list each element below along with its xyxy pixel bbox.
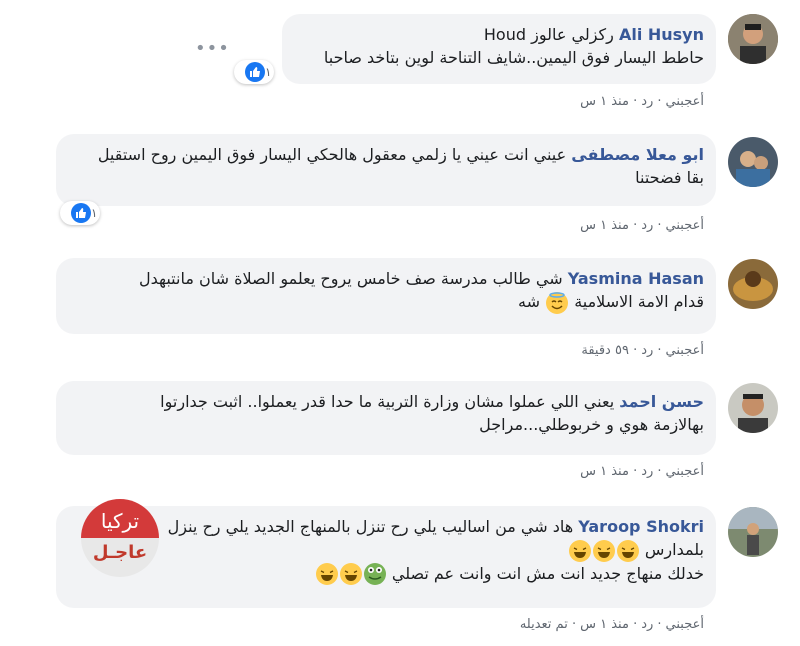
reaction-count[interactable]: ١ bbox=[234, 60, 275, 84]
reaction-number: ١ bbox=[265, 65, 272, 79]
timestamp[interactable]: ٥٩ دقيقة bbox=[581, 343, 629, 358]
smiling-halo-emoji-icon bbox=[546, 291, 569, 314]
like-link[interactable]: أعجبني bbox=[666, 343, 704, 358]
comment-author[interactable]: Yasmina Hasan bbox=[568, 269, 704, 288]
reply-link[interactable]: رد bbox=[641, 464, 653, 479]
timestamp[interactable]: منذ ١ س bbox=[580, 617, 629, 632]
timestamp[interactable]: منذ ١ س bbox=[580, 464, 629, 479]
reply-link[interactable]: رد bbox=[641, 343, 653, 358]
avatar[interactable] bbox=[728, 383, 778, 433]
comment-text: شي طالب مدرسة صف خامس يروح يعلمو الصلاة … bbox=[138, 269, 563, 288]
comment-bubble: Yasmina Hasan شي طالب مدرسة صف خامس يروح… bbox=[56, 258, 716, 334]
avatar[interactable] bbox=[728, 259, 778, 309]
reaction-number: ١ bbox=[91, 206, 98, 220]
timestamp[interactable]: منذ ١ س bbox=[580, 218, 629, 233]
comment-text: بقا فضحتنا bbox=[635, 168, 704, 187]
like-link[interactable]: أعجبني bbox=[666, 94, 704, 109]
avatar[interactable] bbox=[728, 14, 778, 64]
comment-text: هاد شي من اساليب يلي رح تنزل بالمنهاج ال… bbox=[167, 517, 574, 536]
more-options-icon[interactable]: ••• bbox=[195, 38, 230, 59]
like-link[interactable]: أعجبني bbox=[666, 464, 704, 479]
comment-author[interactable]: حسن احمد bbox=[619, 392, 704, 411]
laughing-emoji-icon bbox=[568, 539, 591, 562]
edited-label[interactable]: تم تعديله bbox=[520, 617, 568, 632]
watermark-top-text: تركيا bbox=[81, 499, 159, 538]
avatar[interactable] bbox=[728, 137, 778, 187]
comment-text: قدام الامة الاسلامية bbox=[574, 292, 704, 311]
comment-actions: أعجبني· رد· منذ ١ س bbox=[580, 218, 704, 233]
comment-bubble: Ali Husyn ركزلي عالوز Houd حاطط اليسار ف… bbox=[282, 14, 716, 84]
comment-actions: أعجبني· رد· منذ ١ س· تم تعديله bbox=[519, 617, 704, 632]
reply-link[interactable]: رد bbox=[641, 94, 653, 109]
reply-link[interactable]: رد bbox=[641, 218, 653, 233]
comment-bubble: حسن احمد يعني اللي عملوا مشان وزارة التر… bbox=[56, 381, 716, 455]
comment-text: بهالازمة هوي و خربوطلي...مراجل bbox=[479, 415, 704, 434]
laughing-emoji-icon bbox=[616, 539, 639, 562]
like-link[interactable]: أعجبني bbox=[666, 218, 704, 233]
timestamp[interactable]: منذ ١ س bbox=[580, 94, 629, 109]
laughing-emoji-icon bbox=[315, 563, 338, 585]
like-icon bbox=[71, 203, 91, 223]
laughing-emoji-icon bbox=[339, 563, 362, 585]
comment-author[interactable]: Yaroop Shokri bbox=[578, 517, 704, 536]
comment-actions: أعجبني· رد· منذ ١ س bbox=[580, 464, 704, 479]
comment-text: حاطط اليسار فوق اليمين..شايف التناحة لوي… bbox=[323, 48, 704, 67]
comment-text: خدلك منهاج جديد انت مش انت وانت عم تصلي bbox=[391, 563, 704, 583]
laughing-emoji-icon bbox=[592, 539, 615, 562]
comment-text: يعني اللي عملوا مشان وزارة التربية ما حد… bbox=[160, 392, 615, 411]
comment-text: ركزلي عالوز Houd bbox=[483, 25, 614, 44]
comment-text: شه bbox=[518, 292, 541, 311]
comment-text: بلمدارس bbox=[644, 540, 704, 559]
watermark-logo: تركيا عاجـل bbox=[81, 499, 159, 577]
comment-actions: أعجبني· رد· منذ ١ س bbox=[580, 94, 704, 109]
comment-author[interactable]: ابو معلا مصطفى bbox=[571, 145, 704, 164]
comment-actions: أعجبني· رد· ٥٩ دقيقة bbox=[581, 343, 704, 358]
reply-link[interactable]: رد bbox=[641, 617, 653, 632]
reaction-count[interactable]: ١ bbox=[60, 201, 101, 225]
avatar[interactable] bbox=[728, 507, 778, 557]
watermark-bottom-text: عاجـل bbox=[81, 538, 159, 577]
like-link[interactable]: أعجبني bbox=[666, 617, 704, 632]
like-icon bbox=[245, 62, 265, 82]
comment-bubble: ابو معلا مصطفى عيني انت عيني يا زلمي معق… bbox=[56, 134, 716, 206]
comment-author[interactable]: Ali Husyn bbox=[619, 25, 704, 44]
comment-text: عيني انت عيني يا زلمي معقول هالحكي اليسا… bbox=[97, 145, 567, 164]
frog-emoji-icon bbox=[363, 563, 386, 585]
